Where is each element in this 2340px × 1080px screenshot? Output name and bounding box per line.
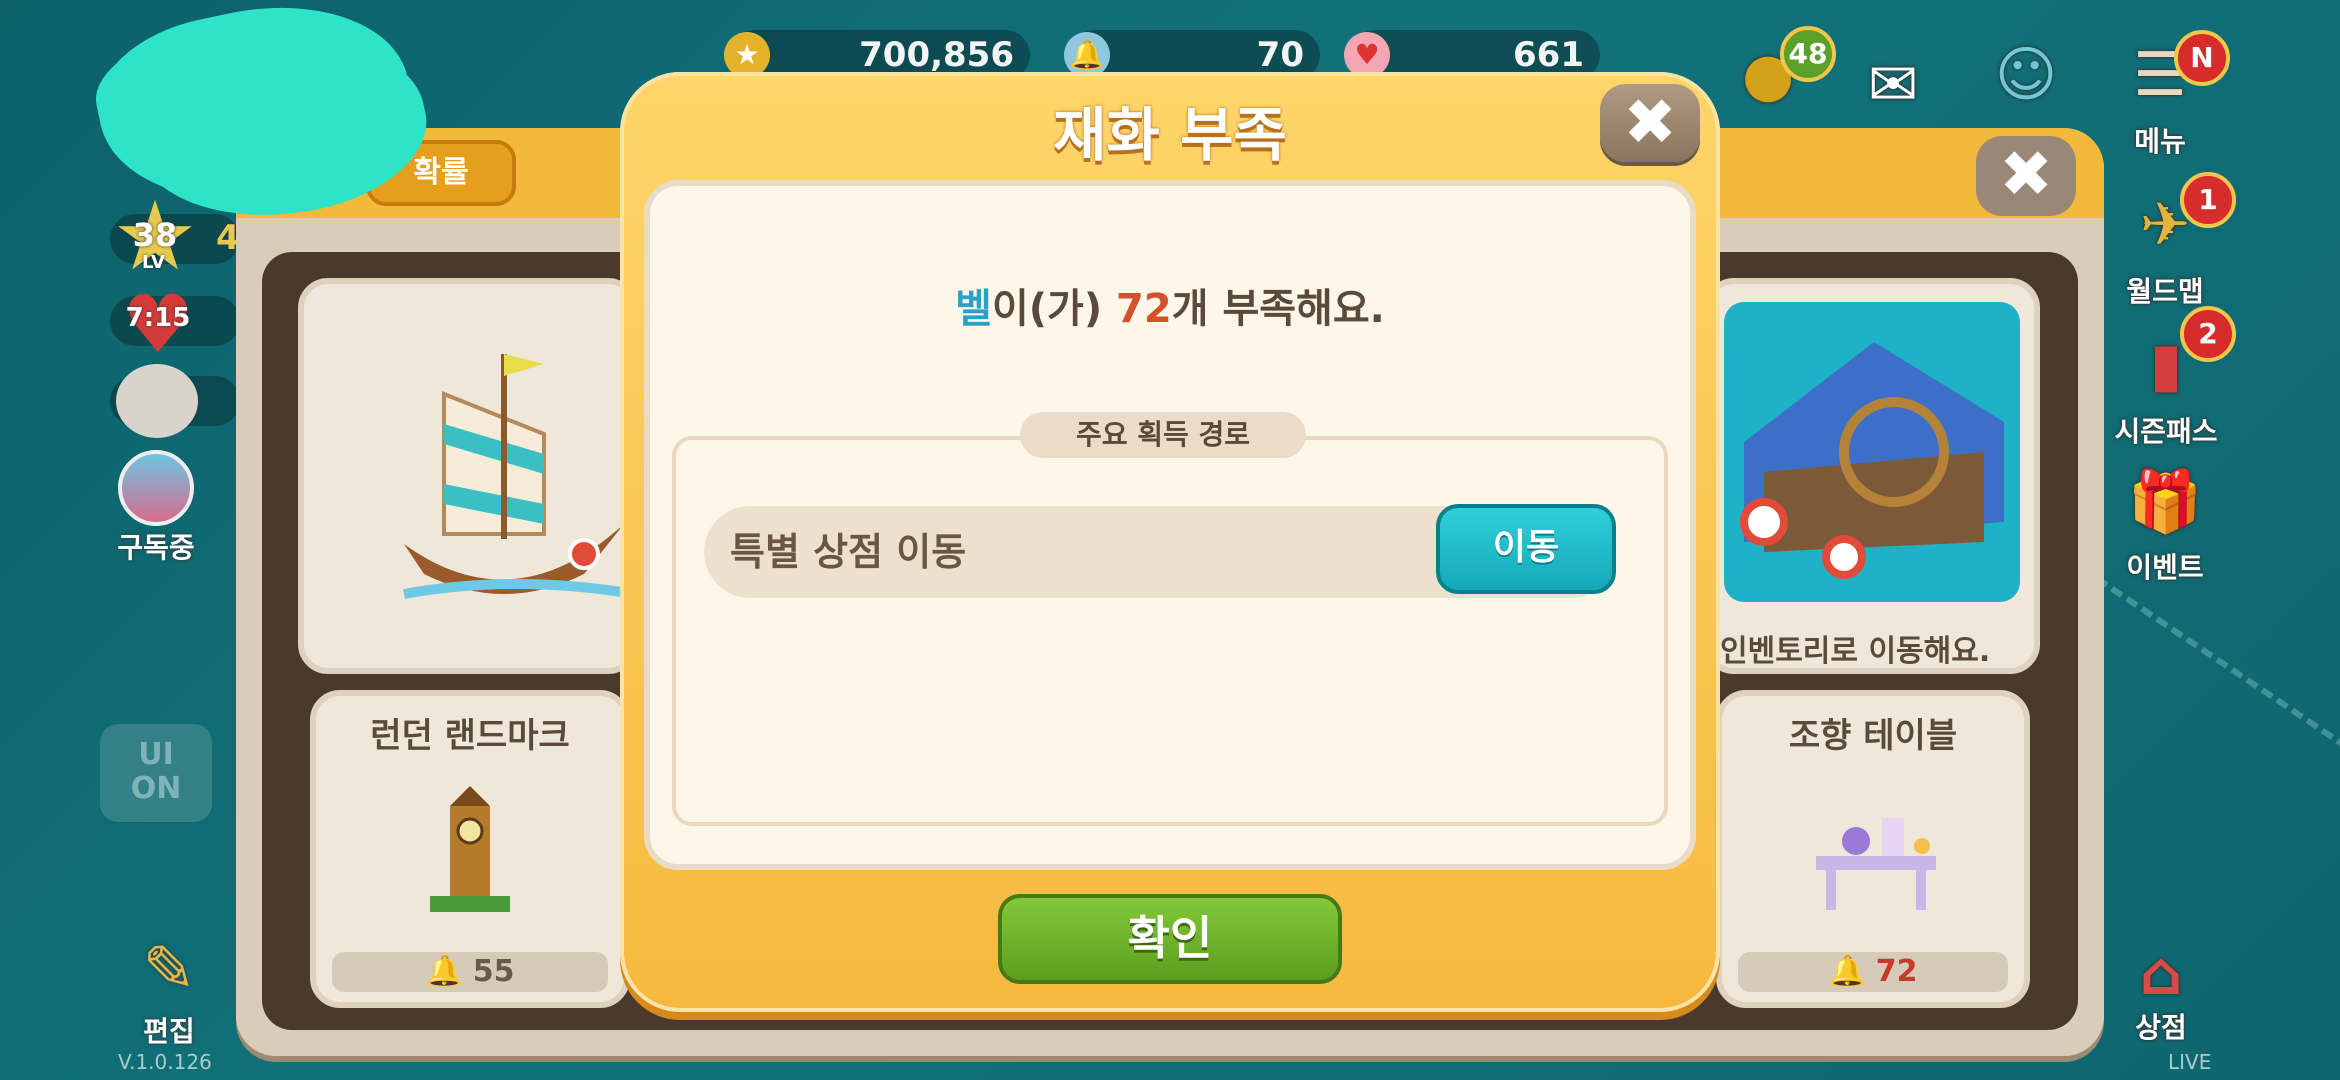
ship-image: [403, 354, 635, 599]
level-suffix: LV: [142, 252, 165, 273]
card-title: 런던 랜드마크: [370, 716, 570, 756]
card-title: 조향 테이블: [1788, 716, 1958, 756]
shop-button[interactable]: ⌂ 상점: [2106, 924, 2216, 1046]
currency-name: 벨: [955, 286, 992, 332]
bell-icon: 🔔: [425, 954, 463, 989]
price-value: 72: [1875, 954, 1918, 989]
shop-label: 상점: [2135, 1011, 2187, 1044]
avatar-icon: ☺: [1994, 40, 2058, 110]
player-level: 38: [132, 216, 178, 254]
gift-box-icon: 🎁: [2127, 466, 2203, 537]
hearts-timer: 7:15: [125, 303, 191, 333]
subscribe-button[interactable]: 구독중: [106, 450, 206, 566]
event-label: 이벤트: [2126, 551, 2204, 584]
inventory-hint: 인벤토리로 이동해요.: [1720, 634, 1991, 669]
paint-brush-icon: ✎: [142, 933, 196, 1007]
gold-amount: 700,856: [859, 35, 1014, 75]
sheep-icon[interactable]: [116, 364, 198, 438]
edit-label: 편집: [143, 1015, 195, 1048]
heart-ticket-amount: 661: [1513, 35, 1584, 75]
ui-toggle-button[interactable]: UI ON: [100, 724, 212, 822]
edit-button[interactable]: ✎ 편집: [114, 930, 224, 1050]
card-price: 🔔 55: [332, 952, 608, 992]
route-section-label: 주요 획득 경로: [1020, 412, 1306, 458]
acquisition-route-box: [672, 436, 1668, 826]
menu-label: 메뉴: [2134, 125, 2186, 158]
dialog-close-button[interactable]: ✖: [1600, 84, 1700, 162]
shortage-amount: 72: [1116, 286, 1172, 332]
dialog-body: 벨이(가) 72개 부족해요. 주요 획득 경로 특별 상점 이동 이동: [644, 180, 1696, 870]
subscribe-label: 구독중: [117, 531, 195, 564]
card-price: 🔔 72: [1738, 952, 2008, 992]
seasonpass-badge: 2: [2180, 306, 2236, 362]
seasonpass-button[interactable]: ▮ 시즌패스 2: [2104, 306, 2236, 450]
egg-count-badge: 48: [1780, 26, 1836, 82]
bell-icon: 🔔: [1828, 954, 1866, 989]
worldmap-badge: 1: [2180, 172, 2236, 228]
probability-button[interactable]: 확률: [366, 140, 516, 206]
perfume-table-card[interactable]: 조향 테이블 🔔 72: [1716, 690, 2030, 1008]
shortage-message: 벨이(가) 72개 부족해요.: [650, 276, 1690, 334]
message-particle: 이(가): [991, 286, 1117, 332]
price-value: 55: [472, 954, 515, 989]
menu-button[interactable]: ☰ 메뉴 N: [2110, 30, 2230, 160]
close-icon: ✖: [1999, 138, 2053, 212]
live-text: LIVE: [2168, 1050, 2212, 1074]
close-icon: ✖: [1623, 86, 1677, 160]
menu-new-badge: N: [2174, 30, 2230, 86]
worldmap-label: 월드맵: [2126, 275, 2204, 308]
profile-button[interactable]: ☺: [1976, 30, 2076, 120]
shop-close-button[interactable]: ✖: [1976, 136, 2076, 216]
mail-button[interactable]: ✉: [1838, 40, 1948, 130]
egg-button[interactable]: ● 48: [1718, 26, 1836, 120]
mail-icon: ✉: [1867, 50, 1919, 120]
route-text: 특별 상점 이동: [730, 530, 967, 574]
move-button-label: 이동: [1492, 527, 1560, 568]
london-landmark-card[interactable]: 런던 랜드마크 🔔 55: [310, 690, 630, 1008]
version-text: V.1.0.126: [118, 1050, 212, 1074]
bell-amount: 70: [1256, 35, 1304, 75]
route-row-special-shop: 특별 상점 이동 이동: [704, 504, 1616, 598]
event-button[interactable]: 🎁 이벤트: [2110, 456, 2220, 586]
tv-icon: [118, 450, 194, 526]
sailor-shop-image: [1724, 302, 2020, 602]
seasonpass-label: 시즌패스: [2114, 415, 2218, 448]
confirm-button[interactable]: 확인: [998, 894, 1342, 984]
big-ben-image: [430, 786, 510, 912]
insufficient-currency-dialog: 재화 부족 ✖ 벨이(가) 72개 부족해요. 주요 획득 경로 특별 상점 이…: [620, 72, 1720, 1012]
move-button[interactable]: 이동: [1436, 504, 1616, 594]
worldmap-button[interactable]: ✈ 월드맵 1: [2110, 172, 2236, 310]
shop-building-card[interactable]: [1704, 278, 2040, 674]
ui-toggle-label: UI ON: [130, 737, 182, 806]
dialog-title: 재화 부족: [1053, 101, 1287, 169]
probability-label: 확률: [413, 155, 469, 190]
message-suffix: 개 부족해요.: [1171, 286, 1385, 332]
confirm-button-label: 확인: [1127, 911, 1213, 965]
ship-card[interactable]: [298, 278, 638, 674]
perfume-table-image: [1816, 818, 1936, 910]
